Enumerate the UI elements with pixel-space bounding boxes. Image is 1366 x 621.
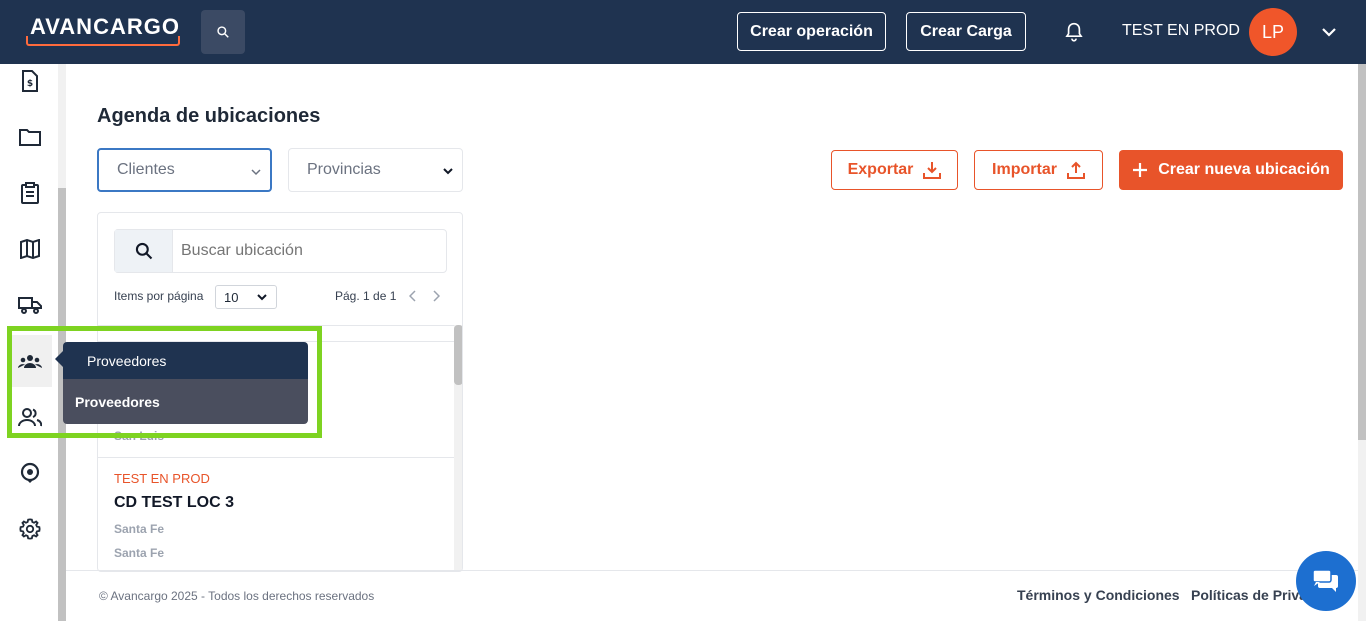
sidebar-item-settings[interactable] <box>8 503 52 555</box>
privacy-link[interactable]: Políticas de Priva <box>1191 587 1307 603</box>
clients-select-value: Clientes <box>117 161 175 178</box>
chevron-left-icon <box>409 290 416 302</box>
notifications-bell-icon[interactable] <box>1062 20 1086 44</box>
page-scrollbar-thumb[interactable] <box>1358 64 1366 440</box>
sidebar-item-clipboard[interactable] <box>8 167 52 219</box>
truck-icon <box>18 297 42 314</box>
page-title: Agenda de ubicaciones <box>97 105 321 127</box>
avancargo-logo[interactable]: AVANCARGO <box>26 14 180 46</box>
page-indicator: Pág. 1 de 1 <box>335 289 397 303</box>
chevron-down-icon <box>443 168 453 175</box>
chevron-right-icon <box>433 290 440 302</box>
create-location-button[interactable]: Crear nueva ubicación <box>1119 150 1343 190</box>
import-button[interactable]: Importar <box>974 150 1103 190</box>
chat-button[interactable] <box>1296 551 1356 611</box>
sidebar-item-locations[interactable] <box>8 447 52 499</box>
top-bar: AVANCARGO Crear operación Crear Carga TE… <box>0 0 1366 64</box>
sidebar-item-invoices[interactable]: $ <box>8 55 52 107</box>
clients-select[interactable]: Clientes <box>97 148 272 192</box>
download-icon <box>923 162 942 179</box>
sidebar-item-map[interactable] <box>8 223 52 275</box>
highlight-box <box>7 326 322 438</box>
items-per-page-select[interactable]: 10 <box>215 285 277 309</box>
folder-icon <box>19 129 41 146</box>
chevron-down-icon <box>251 169 261 176</box>
sidebar-item-trucks[interactable] <box>8 279 52 331</box>
gear-icon <box>19 518 41 540</box>
row-name: CD TEST LOC 3 <box>114 494 235 511</box>
divider <box>98 457 454 458</box>
search-input[interactable] <box>173 230 446 272</box>
row-client: TEST EN PROD <box>114 471 210 486</box>
export-label: Exportar <box>847 161 914 178</box>
create-load-button[interactable]: Crear Carga <box>906 12 1026 51</box>
row-province: Santa Fe <box>114 546 165 560</box>
user-name[interactable]: TEST EN PROD <box>1122 22 1240 40</box>
sidebar: $ <box>0 64 58 557</box>
avatar[interactable]: LP <box>1249 8 1297 56</box>
search-addon <box>115 230 173 272</box>
next-page-button[interactable] <box>429 289 443 303</box>
provinces-select[interactable]: Provincias <box>288 148 463 192</box>
prev-page-button[interactable] <box>406 289 420 303</box>
import-label: Importar <box>992 161 1057 178</box>
page-scrollbar[interactable] <box>1358 64 1366 621</box>
logo-underline <box>26 36 180 46</box>
items-per-page-value: 10 <box>224 289 239 305</box>
create-operation-button[interactable]: Crear operación <box>737 12 886 51</box>
invoice-icon: $ <box>22 70 38 92</box>
items-per-page-label: Items por página <box>114 289 204 303</box>
search-icon <box>135 242 152 260</box>
chat-bubble-icon <box>1312 569 1338 592</box>
global-search-button[interactable] <box>201 10 245 54</box>
terms-link[interactable]: Términos y Condiciones <box>1017 587 1180 603</box>
export-button[interactable]: Exportar <box>831 150 958 190</box>
location-search[interactable] <box>114 229 447 273</box>
plus-icon <box>1133 163 1148 177</box>
search-icon <box>217 26 229 38</box>
list-scrollbar-thumb[interactable] <box>454 325 462 385</box>
copyright: © Avancargo 2025 - Todos los derechos re… <box>99 589 375 603</box>
map-icon <box>20 239 40 259</box>
list-scrollbar[interactable] <box>454 325 462 571</box>
chevron-down-icon <box>257 294 267 301</box>
svg-text:$: $ <box>27 79 33 89</box>
location-pin-icon <box>20 462 40 483</box>
create-location-label: Crear nueva ubicación <box>1158 161 1330 178</box>
sidebar-item-folders[interactable] <box>8 111 52 163</box>
clipboard-icon <box>21 182 39 204</box>
chevron-down-icon[interactable] <box>1318 22 1340 42</box>
row-city: Santa Fe <box>114 522 165 536</box>
provinces-select-value: Provincias <box>307 161 381 178</box>
footer-divider <box>66 570 1366 571</box>
upload-icon <box>1066 161 1085 179</box>
